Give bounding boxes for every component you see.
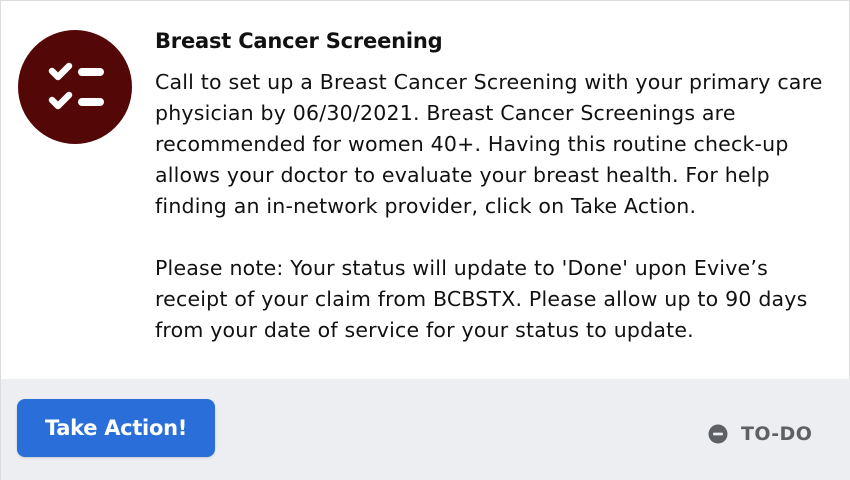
status-badge: TO-DO — [708, 423, 812, 445]
status-label: TO-DO — [741, 423, 813, 445]
note-paragraph: Please note: Your status will update to … — [155, 256, 808, 342]
checklist-icon — [18, 30, 132, 144]
take-action-button[interactable]: Take Action! — [17, 399, 215, 457]
screening-card: Breast Cancer Screening Call to set up a… — [0, 0, 850, 480]
card-description: Call to set up a Breast Cancer Screening… — [155, 67, 835, 346]
minus-circle-icon — [708, 424, 728, 444]
card-footer: Take Action! TO-DO — [1, 379, 850, 480]
card-title: Breast Cancer Screening — [155, 29, 443, 53]
description-paragraph: Call to set up a Breast Cancer Screening… — [155, 70, 823, 218]
